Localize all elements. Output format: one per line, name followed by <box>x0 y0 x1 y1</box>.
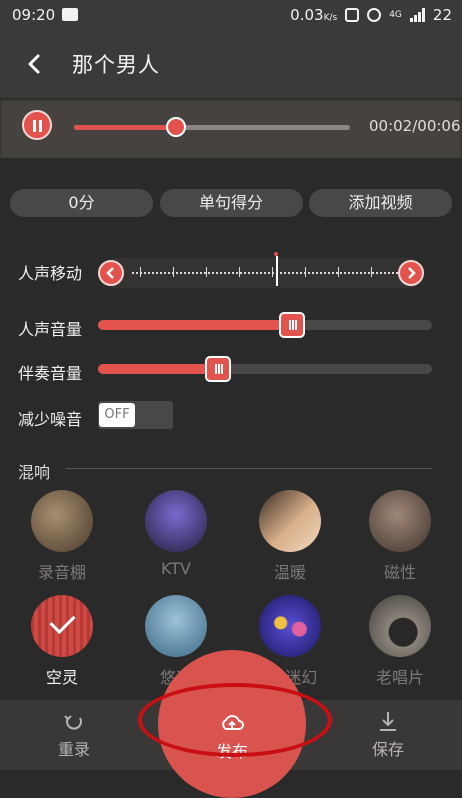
line-score-button[interactable]: 单句得分 <box>159 189 303 217</box>
scale-tick <box>140 267 141 277</box>
alarm-icon <box>367 8 382 22</box>
voice-volume-knob[interactable] <box>278 312 305 338</box>
progress-thumb[interactable] <box>166 117 187 137</box>
refresh-icon <box>64 715 82 730</box>
voice-move-scale[interactable] <box>112 252 414 288</box>
signal-icon <box>409 8 425 22</box>
score-actions: 0分 单句得分 添加视频 <box>10 189 452 217</box>
reverb-item-ktv[interactable]: KTV <box>118 490 234 578</box>
image-icon <box>62 8 78 21</box>
voice-move-control <box>98 252 428 288</box>
chevron-right-icon <box>408 267 416 279</box>
progress-fill <box>74 125 177 130</box>
voice-volume-label: 人声音量 <box>18 320 83 339</box>
chevron-left-icon <box>106 267 114 279</box>
score-button[interactable]: 0分 <box>10 189 153 217</box>
reverb-item-ethereal[interactable]: 空灵 <box>4 595 120 688</box>
status-time: 09:20 <box>12 6 56 24</box>
accompaniment-volume-slider[interactable] <box>98 356 432 382</box>
highlight-ring <box>138 683 332 757</box>
page-title: 那个男人 <box>72 53 160 77</box>
check-icon <box>49 607 76 635</box>
network-type: 4G <box>389 10 402 20</box>
accompaniment-volume-label: 伴奏音量 <box>18 364 83 383</box>
playback-bar: 00:02/00:06 <box>0 98 462 158</box>
scale-tick <box>206 267 207 277</box>
birds-icon <box>145 595 207 657</box>
reverb-item-old-record[interactable]: 老唱片 <box>342 595 458 688</box>
reverb-ethereal-image <box>31 595 93 657</box>
network-speed: 0.03K/s <box>290 6 338 24</box>
scale-tick <box>173 267 174 277</box>
save-button[interactable]: 保存 <box>348 710 428 760</box>
back-button[interactable] <box>20 50 48 78</box>
noise-reduction-toggle[interactable]: OFF <box>98 401 173 429</box>
vibrate-icon <box>345 8 360 22</box>
progress-track[interactable] <box>74 117 350 137</box>
pause-button[interactable] <box>22 110 52 140</box>
lights-icon <box>259 595 321 657</box>
vinyl-icon <box>369 595 431 657</box>
add-video-button[interactable]: 添加视频 <box>309 189 452 217</box>
chevron-left-icon <box>28 54 40 74</box>
header: 那个男人 <box>0 30 462 98</box>
playback-time: 00:02/00:06 <box>369 117 461 135</box>
reverb-item-studio[interactable]: 录音棚 <box>4 490 120 583</box>
piano-icon <box>259 490 321 552</box>
center-line <box>276 256 278 286</box>
microphone-icon <box>31 490 93 552</box>
voice-volume-slider[interactable] <box>98 312 432 338</box>
scale-tick <box>272 267 273 277</box>
divider <box>66 468 432 469</box>
download-icon <box>380 712 396 731</box>
noise-reduction-label: 减少噪音 <box>18 410 83 429</box>
ktv-room-icon <box>145 490 207 552</box>
toggle-state: OFF <box>99 403 135 427</box>
voice-move-right-button[interactable] <box>398 260 424 286</box>
scale-tick <box>338 267 339 277</box>
guitar-icon <box>369 490 431 552</box>
status-bar: 09:20 0.03K/s 4G 22 <box>0 0 462 30</box>
battery-level: 22 <box>432 6 452 24</box>
accompaniment-volume-knob[interactable] <box>205 356 232 382</box>
status-icons: 0.03K/s 4G 22 <box>290 6 452 24</box>
reverb-item-magnetic[interactable]: 磁性 <box>342 490 458 583</box>
reverb-item-warm[interactable]: 温暖 <box>232 490 348 583</box>
scale-tick <box>239 267 240 277</box>
scale-tick <box>371 267 372 277</box>
reverb-section-label: 混响 <box>18 463 51 482</box>
rerecord-button[interactable]: 重录 <box>34 710 114 760</box>
voice-move-left-button[interactable] <box>98 260 124 286</box>
voice-move-label: 人声移动 <box>18 264 83 283</box>
scale-tick <box>305 267 306 277</box>
